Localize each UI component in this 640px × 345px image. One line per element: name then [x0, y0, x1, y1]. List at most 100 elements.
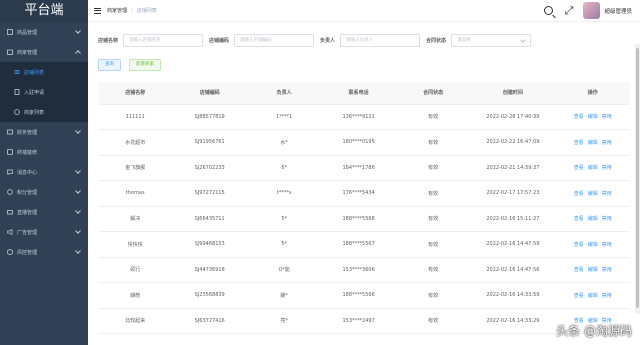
sidebar-item-apply[interactable]: 入驻申请 — [0, 82, 88, 102]
cell-phone: 180****0195 — [321, 129, 396, 156]
owner-label: 负责人 — [320, 38, 336, 44]
sidebar-item-live[interactable]: 直播管理 — [0, 202, 88, 222]
shop-name-input[interactable]: 请输入店铺名称 — [123, 34, 204, 47]
view-link[interactable]: 查看 — [574, 191, 584, 197]
edit-link[interactable]: 编辑 — [588, 140, 598, 146]
cell-owner: t****s — [246, 180, 322, 207]
cell-phone: 176****5434 — [321, 180, 396, 207]
sidebar-item-risk[interactable]: 风控管理 — [0, 242, 88, 262]
chevron-down-icon — [75, 188, 81, 194]
sidebar-item-merchant-list[interactable]: 商家列表 — [0, 102, 88, 122]
new-merchant-button[interactable]: 新建商家 — [129, 59, 161, 71]
cell-owner: 5* — [246, 155, 322, 181]
table-row: 比较起来 SJ63727416 亮* 153****2497 有效 2022-02-16 … — [98, 308, 630, 334]
sidebar-item-label: 广告管理 — [17, 229, 38, 236]
table-row: 111111 SJ88577819 1****1 136****9111 有效 2022-… — [98, 104, 630, 130]
scrollbar-thumb[interactable] — [636, 48, 639, 308]
cell-created-time: 2022-02-17 17:57:23 — [470, 180, 556, 207]
disable-link[interactable]: 禁用 — [602, 114, 612, 120]
scrollbar[interactable] — [635, 44, 640, 314]
disable-link[interactable]: 禁用 — [602, 216, 612, 222]
edit-link[interactable]: 编辑 — [588, 293, 598, 299]
cell-shop-name: 解决 — [98, 206, 173, 232]
cell-actions: 查看 编辑 禁用 — [555, 104, 630, 130]
message-icon — [7, 169, 13, 176]
sidebar-item-ads[interactable]: 广告管理 — [0, 222, 88, 242]
cell-contract-status: 有效 — [395, 308, 471, 334]
breadcrumb-current: 店铺列表 — [136, 8, 157, 14]
cell-created-time: 2022-02-28 17:40:39 — [470, 104, 556, 130]
cell-owner: 水* — [246, 129, 322, 156]
view-link[interactable]: 查看 — [574, 165, 584, 171]
cell-actions: 查看 编辑 禁用 — [555, 129, 630, 156]
sidebar-item-shop-list[interactable]: 店铺列表 — [0, 62, 88, 82]
col-owner: 负责人 — [246, 82, 322, 105]
chevron-down-icon — [75, 248, 81, 254]
search-icon[interactable] — [543, 6, 553, 15]
col-created-time: 创建时间 — [470, 82, 556, 105]
hamburger-icon[interactable] — [94, 7, 101, 14]
fullscreen-icon[interactable]: ⤢ — [565, 5, 574, 16]
col-contract-status: 合同状态 — [395, 82, 471, 105]
cell-shop-code: SJ99468153 — [172, 231, 247, 258]
sidebar-item-messages[interactable]: 消息中心 — [0, 162, 88, 182]
top-header: 商家管理 / 店铺列表 ⤢ 超级管理员 — [88, 0, 640, 22]
disable-link[interactable]: 禁用 — [602, 165, 612, 171]
cell-created-time: 2022-02-16 14:33:29 — [470, 308, 556, 334]
edit-link[interactable]: 编辑 — [588, 114, 598, 120]
sidebar-item-merchant[interactable]: 商家管理 — [0, 42, 88, 62]
sidebar-item-points[interactable]: 积分管理 — [0, 182, 88, 202]
edit-link[interactable]: 编辑 — [588, 242, 598, 248]
shop-code-input[interactable]: 请输入店铺编码 — [234, 34, 315, 47]
main-content: 店铺名称 请输入店铺名称 店铺编码 请输入店铺编码 负责人 请输入负责人 合同状… — [88, 22, 640, 345]
disable-link[interactable]: 禁用 — [602, 191, 612, 197]
table-row: thomas SJ97272115 t****s 176****5434 有效 2022-… — [98, 180, 630, 207]
chevron-down-icon — [75, 208, 81, 214]
cell-created-time: 2022-02-16 14:33:59 — [470, 282, 556, 309]
view-link[interactable]: 查看 — [574, 242, 584, 248]
table-row: 朗皓 SJ23568839 朗* 188****5566 有效 2022-02-16 14… — [98, 282, 630, 309]
chevron-down-icon — [75, 28, 81, 34]
cell-phone: 188****5566 — [321, 282, 396, 309]
disable-link[interactable]: 禁用 — [602, 242, 612, 248]
cell-contract-status: 有效 — [395, 231, 471, 258]
header-actions: ⤢ 超级管理员 — [543, 2, 632, 19]
chevron-down-icon — [75, 228, 81, 234]
owner-input[interactable]: 请输入负责人 — [340, 34, 421, 47]
cell-actions: 查看 编辑 禁用 — [555, 231, 630, 258]
edit-link[interactable]: 编辑 — [588, 191, 598, 197]
sidebar-item-label: 商家管理 — [17, 49, 38, 56]
cell-shop-name: 水花超市 — [98, 129, 173, 156]
breadcrumb-parent[interactable]: 商家管理 — [107, 8, 127, 14]
sidebar-item-goods[interactable]: 商品管理 — [0, 22, 88, 42]
sidebar-item-finance[interactable]: 财务管理 — [0, 122, 88, 142]
edit-link[interactable]: 编辑 — [588, 267, 598, 273]
disable-link[interactable]: 禁用 — [602, 140, 612, 146]
cell-shop-code: SJ44736918 — [172, 257, 247, 283]
sidebar-item-decoration[interactable]: 终端装修 — [0, 142, 88, 162]
cell-phone: 153****3606 — [321, 257, 396, 283]
view-link[interactable]: 查看 — [574, 267, 584, 273]
sidebar-item-label: 消息中心 — [17, 169, 38, 176]
query-button[interactable]: 查询 — [98, 59, 121, 71]
cell-phone: 136****9111 — [321, 104, 396, 130]
cell-contract-status: 有效 — [395, 180, 471, 207]
col-actions: 操作 — [555, 82, 630, 105]
view-link[interactable]: 查看 — [574, 293, 584, 299]
filter-form: 店铺名称 请输入店铺名称 店铺编码 请输入店铺编码 负责人 请输入负责人 合同状… — [98, 34, 532, 47]
edit-link[interactable]: 编辑 — [588, 216, 598, 222]
goods-icon — [7, 29, 13, 35]
contract-status-select[interactable]: 请选择 — [451, 34, 532, 47]
avatar[interactable] — [583, 2, 601, 19]
disable-link[interactable]: 禁用 — [602, 267, 612, 273]
view-link[interactable]: 查看 — [574, 114, 584, 120]
view-link[interactable]: 查看 — [574, 216, 584, 222]
breadcrumb: 商家管理 / 店铺列表 — [107, 7, 157, 14]
edit-link[interactable]: 编辑 — [588, 165, 598, 171]
cell-contract-status: 有效 — [395, 155, 471, 181]
cell-contract-status: 有效 — [395, 206, 471, 232]
view-link[interactable]: 查看 — [574, 140, 584, 146]
shop-code-label: 店铺编码 — [209, 38, 230, 44]
user-name[interactable]: 超级管理员 — [604, 7, 632, 15]
disable-link[interactable]: 禁用 — [602, 293, 612, 299]
